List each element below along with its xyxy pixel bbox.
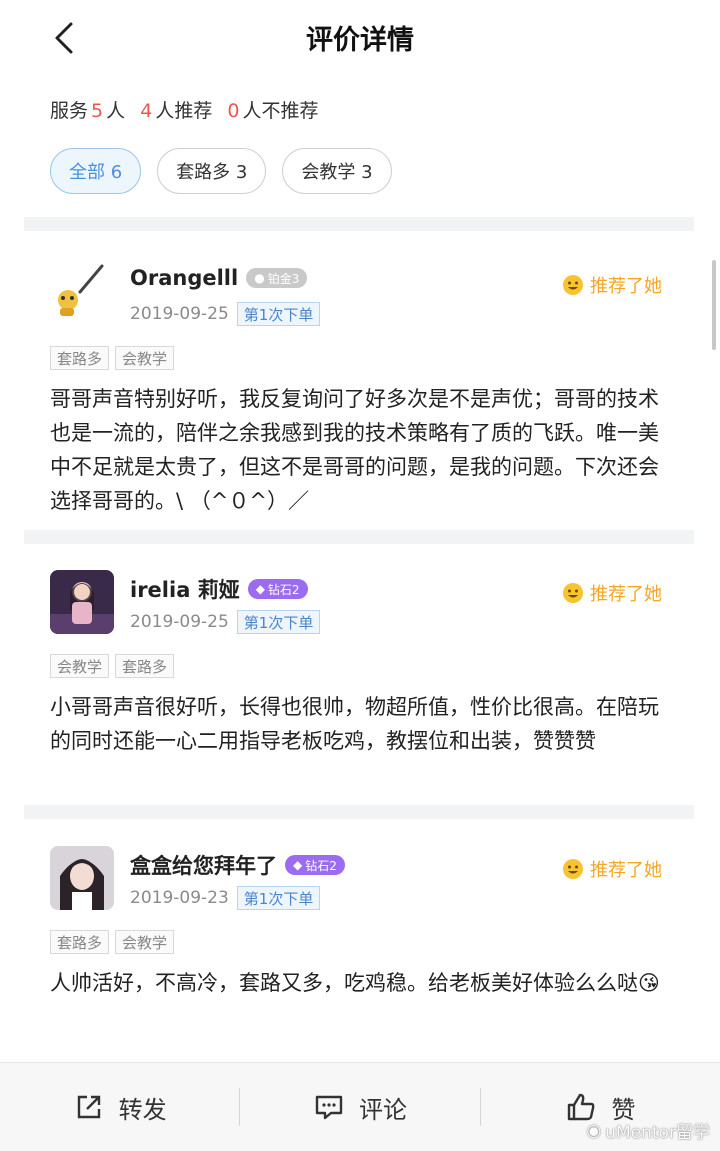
recommend-label: 推荐了她	[590, 860, 662, 881]
comment-button[interactable]: 评论	[240, 1090, 479, 1125]
summary-prefix: 服务	[50, 100, 89, 122]
review-summary: 服务 5 人 4 人推荐 0 人不推荐	[50, 96, 319, 123]
level-badge: ◆ 钻石2	[247, 579, 308, 599]
level-label: 钻石2	[305, 858, 337, 873]
level-badge: ● 铂金3	[246, 268, 308, 288]
weibo-icon: ◉	[586, 1120, 602, 1141]
level-label: 钻石2	[267, 582, 300, 597]
avatar[interactable]	[50, 846, 114, 910]
tag-list: 套路多 会教学	[50, 930, 175, 954]
page-title: 评价详情	[306, 25, 414, 56]
recommend-label: 人推荐	[155, 100, 213, 122]
avatar-image	[50, 846, 114, 910]
recommend-indicator: 推荐了她	[562, 580, 662, 606]
section-divider	[24, 217, 694, 231]
tag-list: 套路多 会教学	[50, 346, 175, 370]
meta-row: 2019-09-25 第1次下单	[130, 302, 321, 326]
recommend-indicator: 推荐了她	[562, 272, 662, 298]
tag: 套路多	[50, 346, 110, 370]
recommend-indicator: 推荐了她	[562, 856, 662, 882]
tag: 会教学	[115, 346, 175, 370]
tag: 套路多	[50, 930, 110, 954]
share-button[interactable]: 转发	[0, 1090, 239, 1125]
not-recommend-count: 0	[227, 100, 240, 122]
smile-icon	[563, 275, 583, 295]
avatar[interactable]	[50, 262, 114, 326]
review-date: 2019-09-23	[130, 888, 229, 908]
section-divider	[24, 805, 694, 819]
tag-list: 会教学 套路多	[50, 654, 175, 678]
watermark: ◉ uMentor留学	[586, 1118, 710, 1144]
avatar-image	[50, 262, 114, 326]
order-badge: 第1次下单	[236, 886, 321, 910]
served-count: 5	[91, 100, 104, 122]
diamond-icon: ◆	[293, 858, 303, 872]
level-label: 铂金3	[267, 271, 300, 286]
tag: 套路多	[115, 654, 175, 678]
meta-row: 2019-09-25 第1次下单	[130, 610, 321, 634]
review-date: 2019-09-25	[130, 612, 229, 632]
user-info-row: 盒盒给您拜年了 ◆ 钻石2	[130, 850, 345, 880]
recommend-label: 推荐了她	[590, 276, 662, 297]
review-content: 哥哥声音特别好听，我反复询问了好多次是不是声优；哥哥的技术也是一流的，陪伴之余我…	[50, 387, 659, 513]
header-bar: 评价详情	[0, 0, 720, 78]
tag: 会教学	[115, 930, 175, 954]
smile-icon	[563, 859, 583, 879]
section-divider	[24, 530, 694, 544]
share-icon	[77, 1095, 100, 1119]
served-unit: 人	[106, 100, 126, 122]
filter-chips: 全部 6 套路多 3 会教学 3	[50, 148, 392, 194]
diamond-icon: ◆	[255, 582, 265, 596]
user-info-row: Orangelll ● 铂金3	[130, 266, 308, 290]
review-content: 小哥哥声音很好听，长得也很帅，物超所值，性价比很高。在陪玩的同时还能一心二用指导…	[50, 695, 659, 753]
recommend-label: 推荐了她	[590, 584, 662, 605]
filter-chip-teaching[interactable]: 会教学 3	[282, 148, 392, 194]
scrollbar[interactable]	[712, 260, 716, 350]
review-date: 2019-09-25	[130, 304, 229, 324]
level-badge: ◆ 钻石2	[285, 855, 345, 875]
avatar[interactable]	[50, 570, 114, 634]
recommend-count: 4	[140, 100, 153, 122]
filter-chip-tricks[interactable]: 套路多 3	[157, 148, 267, 194]
order-badge: 第1次下单	[236, 610, 321, 634]
badge-dot-icon: ●	[254, 271, 265, 285]
watermark-text: uMentor留学	[605, 1123, 710, 1143]
not-recommend-label: 人不推荐	[242, 100, 319, 122]
comment-icon	[315, 1095, 343, 1120]
meta-row: 2019-09-23 第1次下单	[130, 886, 321, 910]
avatar-image	[50, 570, 114, 634]
share-label: 转发	[118, 1095, 167, 1124]
user-info-row: irelia 莉娅 ◆ 钻石2	[130, 574, 308, 604]
comment-label: 评论	[358, 1095, 407, 1124]
review-content: 人帅活好，不高冷，套路又多，吃鸡稳。给老板美好体验么么哒😘	[50, 971, 660, 995]
order-badge: 第1次下单	[236, 302, 321, 326]
smile-icon	[563, 583, 583, 603]
username[interactable]: irelia 莉娅	[130, 574, 240, 604]
username[interactable]: Orangelll	[130, 266, 238, 290]
filter-chip-all[interactable]: 全部 6	[50, 148, 142, 194]
username[interactable]: 盒盒给您拜年了	[130, 850, 277, 880]
tag: 会教学	[50, 654, 110, 678]
